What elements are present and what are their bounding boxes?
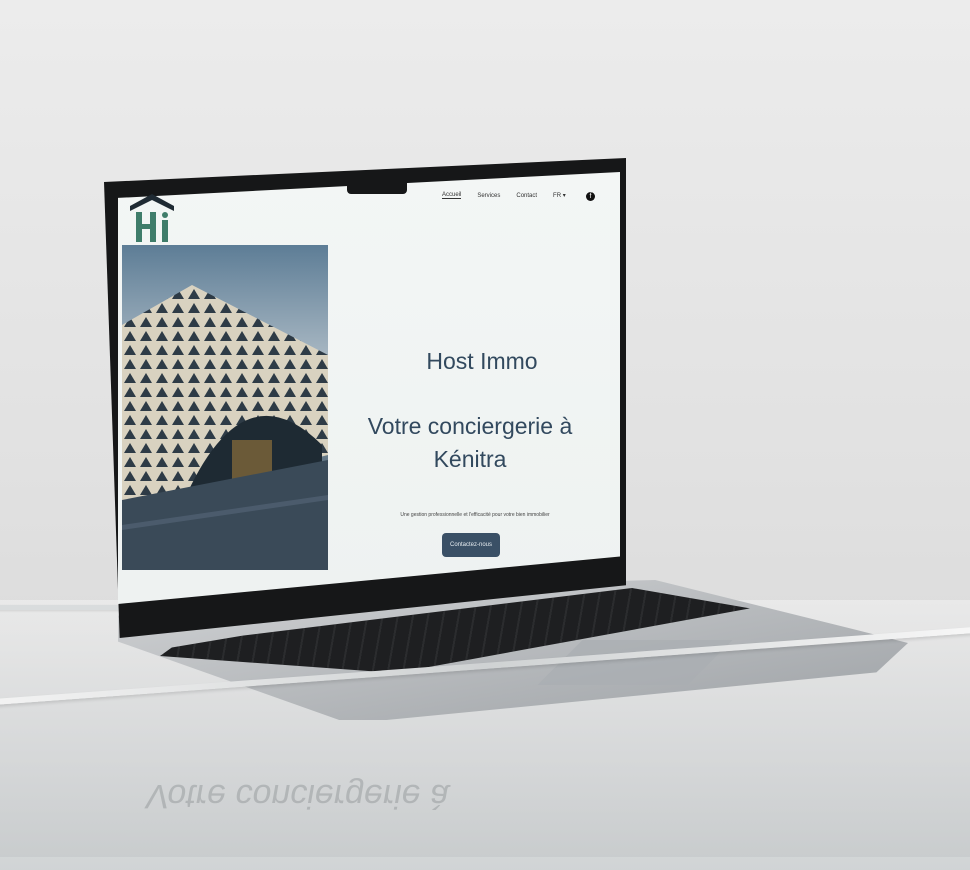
screen-reflection: Votre conciergerie à — [142, 777, 453, 815]
camera-notch — [347, 178, 407, 194]
facebook-icon[interactable]: f — [586, 192, 595, 201]
contact-button[interactable]: Contactez-nous — [442, 533, 500, 557]
hero-subtitle: Votre conciergerie à Kénitra — [367, 413, 573, 472]
hero-title: Host Immo — [426, 348, 538, 374]
main-nav: Accueil Services Contact FR ▾ — [442, 192, 566, 199]
glass-edge-left — [0, 605, 120, 610]
hero-tagline: Une gestion professionnelle et l'efficac… — [400, 512, 550, 518]
host-immo-logo[interactable] — [128, 190, 176, 246]
nav-item-services[interactable]: Services — [477, 193, 500, 199]
nav-item-accueil[interactable]: Accueil — [442, 192, 462, 199]
language-selector[interactable]: FR ▾ — [553, 192, 566, 199]
nav-item-contact[interactable]: Contact — [516, 193, 537, 199]
hero-building-image — [122, 245, 328, 570]
